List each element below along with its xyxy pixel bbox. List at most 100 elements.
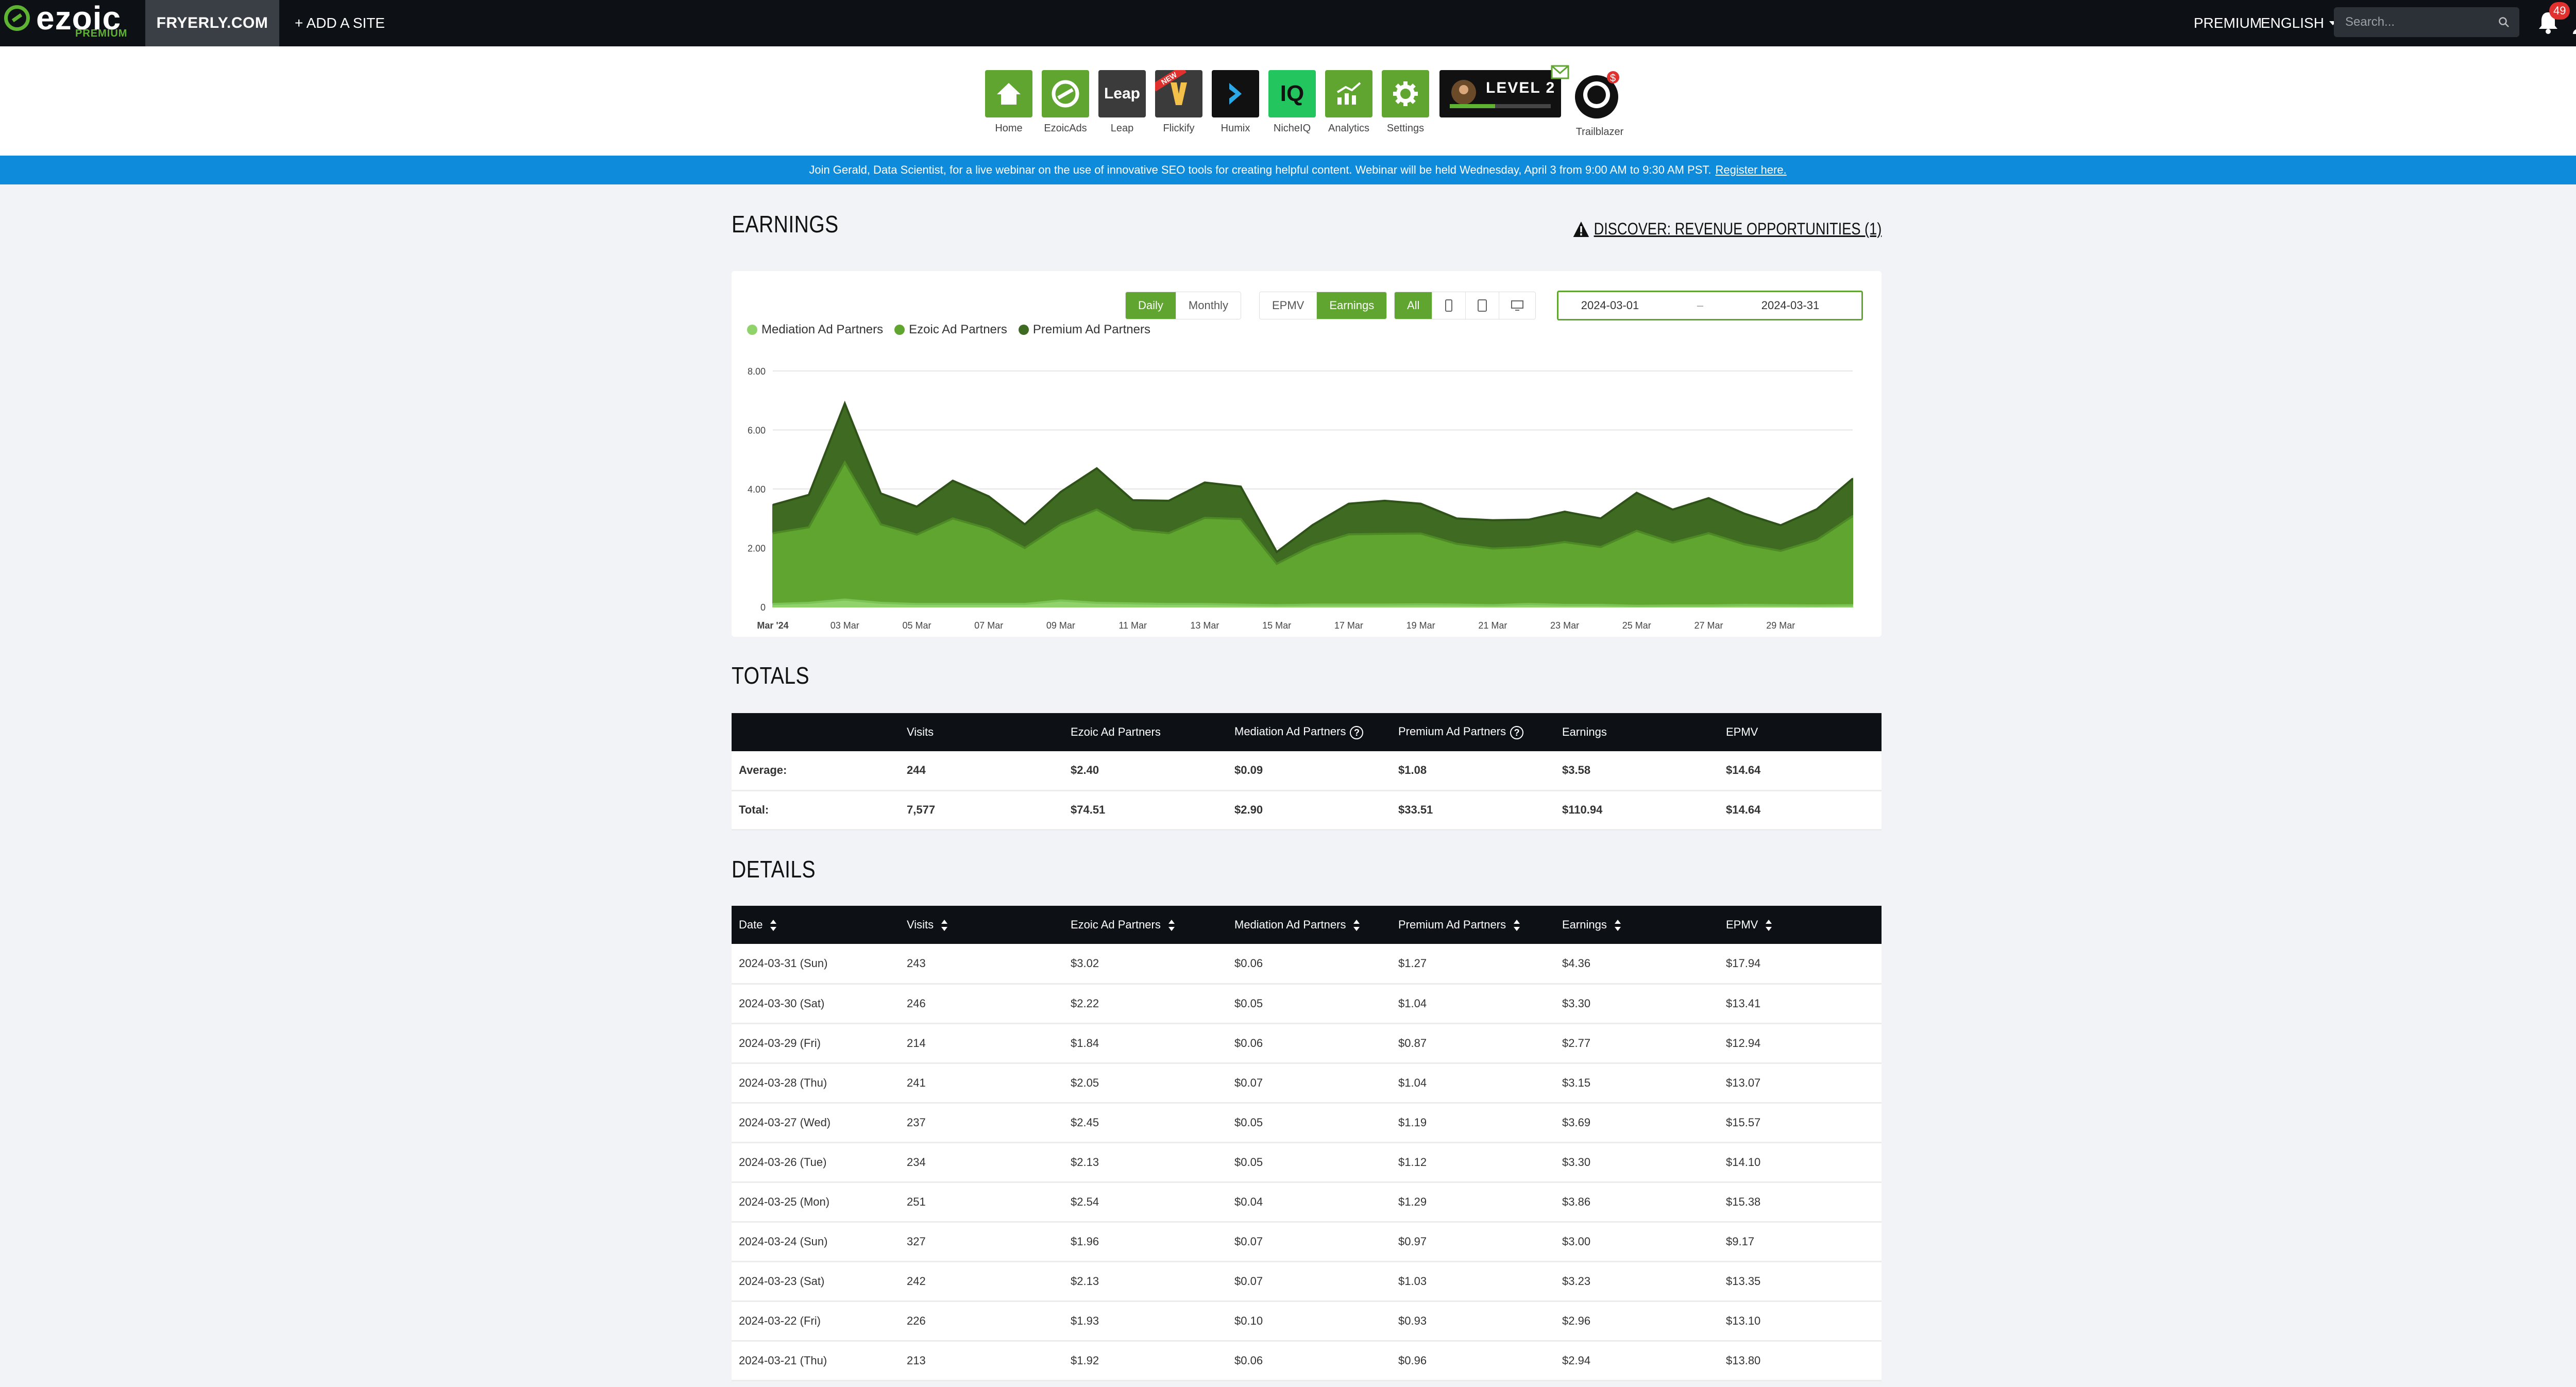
app-analytics[interactable]: Analytics bbox=[1324, 70, 1374, 134]
table-cell: $0.96 bbox=[1398, 1354, 1427, 1367]
flickify-icon: NEW bbox=[1155, 70, 1202, 117]
user-icon[interactable] bbox=[2572, 10, 2576, 35]
table-cell: 327 bbox=[907, 1234, 926, 1248]
table-cell: $0.09 bbox=[1234, 764, 1263, 777]
table-cell: $0.06 bbox=[1234, 956, 1263, 970]
table-cell: $17.94 bbox=[1726, 956, 1761, 970]
table-cell: $13.10 bbox=[1726, 1314, 1761, 1327]
table-cell: $14.64 bbox=[1726, 803, 1761, 816]
earnings-chart-card: Daily Monthly EPMV Earnings All – Mediat… bbox=[732, 271, 1882, 637]
table-cell: $2.77 bbox=[1562, 1036, 1591, 1050]
help-icon[interactable]: ? bbox=[1350, 725, 1364, 739]
table-row: 2024-03-26 (Tue) 234 $2.13 $0.05 $1.12 $3.30 $… bbox=[732, 1142, 1882, 1182]
table-cell: $33.51 bbox=[1398, 803, 1433, 816]
column-header[interactable]: Date bbox=[732, 906, 900, 944]
level-badge[interactable]: LEVEL 2 bbox=[1439, 65, 1569, 117]
table-cell: $15.57 bbox=[1726, 1115, 1761, 1129]
column-header[interactable]: Visits bbox=[900, 906, 1063, 944]
register-link[interactable]: Register here. bbox=[1715, 163, 1786, 177]
table-cell: 7,577 bbox=[907, 803, 936, 816]
table-row: 2024-03-24 (Sun) 327 $1.96 $0.07 $0.97 $3.00 $… bbox=[732, 1222, 1882, 1261]
premium-link[interactable]: PREMIUM bbox=[2194, 0, 2262, 46]
table-cell: $0.05 bbox=[1234, 1155, 1263, 1169]
table-cell: $0.07 bbox=[1234, 1234, 1263, 1248]
column-header-label: Visits bbox=[907, 725, 934, 738]
table-cell: 213 bbox=[907, 1354, 926, 1367]
site-selector-tab[interactable]: FRYERLY.COM bbox=[145, 0, 279, 46]
table-cell: 243 bbox=[907, 956, 926, 970]
y-tick-label: 6.00 bbox=[748, 426, 766, 436]
sort-icon[interactable] bbox=[1353, 920, 1360, 932]
language-dropdown[interactable]: ENGLISH bbox=[2261, 0, 2336, 46]
table-cell: $4.36 bbox=[1562, 956, 1591, 970]
column-header[interactable]: EPMV bbox=[1719, 906, 1882, 944]
leap-icon-text: Leap bbox=[1104, 85, 1141, 102]
earnings-title: EARNINGS bbox=[732, 211, 839, 238]
table-cell: $2.13 bbox=[1071, 1274, 1099, 1288]
help-icon[interactable]: ? bbox=[1510, 725, 1524, 739]
table-cell: $1.29 bbox=[1398, 1195, 1427, 1208]
table-cell: 2024-03-23 (Sat) bbox=[739, 1274, 825, 1288]
sort-icon[interactable] bbox=[770, 920, 777, 932]
column-header[interactable]: Ezoic Ad Partners bbox=[1063, 906, 1227, 944]
table-cell: $13.35 bbox=[1726, 1274, 1761, 1288]
sort-icon[interactable] bbox=[1168, 920, 1175, 932]
sort-icon[interactable] bbox=[1513, 920, 1520, 932]
table-cell: $3.00 bbox=[1562, 1234, 1591, 1248]
column-header-label: Ezoic Ad Partners bbox=[1071, 725, 1161, 738]
add-site-link[interactable]: + ADD A SITE bbox=[295, 0, 385, 46]
sort-icon[interactable] bbox=[941, 920, 948, 932]
table-row: 2024-03-25 (Mon) 251 $2.54 $0.04 $1.29 $3.86 $… bbox=[732, 1182, 1882, 1222]
table-cell: $0.05 bbox=[1234, 1115, 1263, 1129]
ezoic-logo[interactable]: ezoic PREMIUM bbox=[4, 0, 143, 44]
column-header: Mediation Ad Partners? bbox=[1227, 713, 1391, 751]
totals-title: TOTALS bbox=[732, 662, 810, 689]
x-tick-label: 27 Mar bbox=[1694, 620, 1723, 631]
column-header: Ezoic Ad Partners bbox=[1063, 713, 1227, 751]
search-box[interactable] bbox=[2334, 7, 2519, 37]
nicheiq-icon: IQ bbox=[1268, 70, 1316, 117]
table-cell: $1.03 bbox=[1398, 1274, 1427, 1288]
table-cell: $9.17 bbox=[1726, 1234, 1755, 1248]
table-cell: 2024-03-21 (Thu) bbox=[739, 1354, 827, 1367]
app-home[interactable]: Home bbox=[984, 70, 1033, 134]
table-cell: $1.92 bbox=[1071, 1354, 1099, 1367]
search-icon[interactable] bbox=[2498, 16, 2510, 28]
search-input[interactable] bbox=[2345, 15, 2489, 29]
table-cell: 2024-03-28 (Thu) bbox=[739, 1076, 827, 1089]
x-tick-label: Mar '24 bbox=[757, 620, 788, 631]
column-header[interactable]: Premium Ad Partners bbox=[1391, 906, 1555, 944]
x-tick-label: 13 Mar bbox=[1190, 620, 1219, 631]
table-cell: $0.05 bbox=[1234, 996, 1263, 1010]
sort-icon[interactable] bbox=[1765, 920, 1772, 932]
app-flickify[interactable]: NEW Flickify bbox=[1154, 70, 1204, 134]
table-cell: 241 bbox=[907, 1076, 926, 1089]
settings-icon bbox=[1382, 70, 1429, 117]
app-leap[interactable]: Leap Leap bbox=[1097, 70, 1147, 134]
table-cell: 2024-03-31 (Sun) bbox=[739, 956, 828, 970]
totals-table: Visits Ezoic Ad Partners Mediation Ad Part… bbox=[732, 713, 1882, 831]
discover-revenue-link[interactable]: DISCOVER: REVENUE OPPORTUNITIES (1) bbox=[1572, 219, 1882, 239]
level-label: LEVEL 2 bbox=[1486, 79, 1556, 96]
column-header[interactable]: Earnings bbox=[1555, 906, 1719, 944]
app-label: Home bbox=[995, 123, 1023, 134]
table-cell: $3.58 bbox=[1562, 764, 1591, 777]
x-tick-label: 09 Mar bbox=[1046, 620, 1075, 631]
app-humix[interactable]: Humix bbox=[1211, 70, 1260, 134]
table-row: Total: 7,577 $74.51 $2.90 $33.51 $110.94 $14.6… bbox=[732, 790, 1882, 830]
app-label: Flickify bbox=[1163, 123, 1195, 134]
sort-icon[interactable] bbox=[1614, 920, 1621, 932]
details-header-row: Date Visits Ezoic Ad Partners Mediation Ad … bbox=[732, 906, 1882, 944]
table-row: 2024-03-22 (Fri) 226 $1.93 $0.10 $0.93 $2.96 $… bbox=[732, 1301, 1882, 1341]
trailblazer-app[interactable]: $ Trailblazer bbox=[1571, 67, 1628, 138]
table-cell: 226 bbox=[907, 1314, 926, 1327]
y-tick-label: 0 bbox=[760, 602, 766, 613]
table-cell: $3.30 bbox=[1562, 996, 1591, 1010]
app-ezoicads[interactable]: EzoicAds bbox=[1041, 70, 1090, 134]
earnings-area-chart: 0 2.00 4.00 6.00 8.00 Mar '24 03 Mar 05 Mar 07 M… bbox=[748, 366, 1854, 631]
y-tick-label: 2.00 bbox=[748, 544, 766, 554]
column-header[interactable]: Mediation Ad Partners bbox=[1227, 906, 1391, 944]
app-nicheiq[interactable]: IQ NicheIQ bbox=[1267, 70, 1317, 134]
column-header-label: EPMV bbox=[1726, 918, 1758, 931]
app-settings[interactable]: Settings bbox=[1381, 70, 1430, 134]
